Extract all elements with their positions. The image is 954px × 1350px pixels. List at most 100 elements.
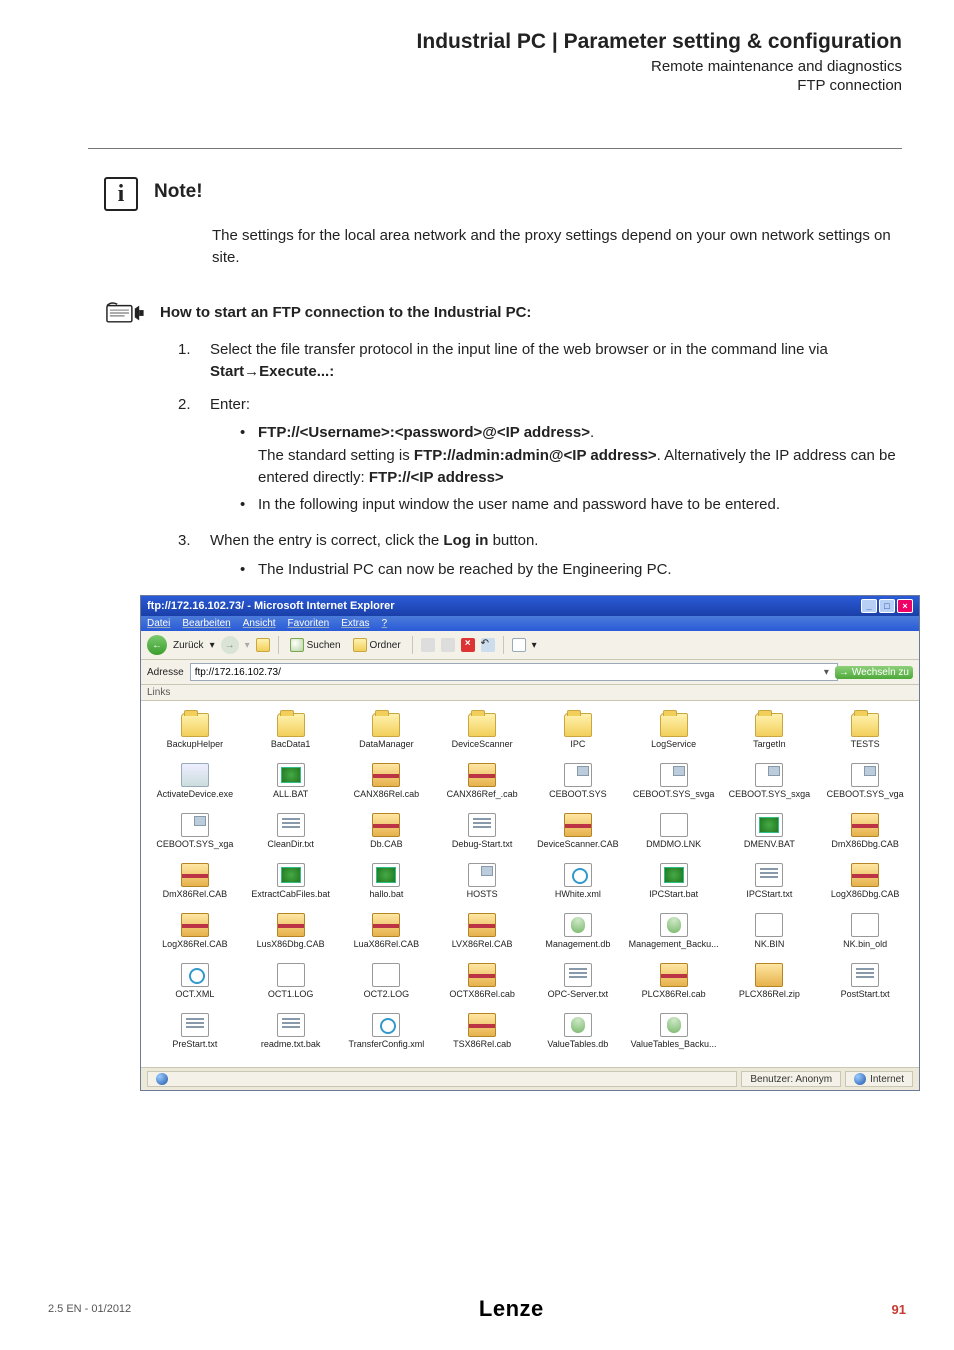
- file-item[interactable]: hallo.bat: [341, 863, 433, 899]
- file-item[interactable]: NK.bin_old: [819, 913, 911, 949]
- log-icon: [277, 963, 305, 987]
- file-item[interactable]: DMDMO.LNK: [628, 813, 720, 849]
- file-item[interactable]: DMENV.BAT: [724, 813, 816, 849]
- file-item[interactable]: Debug-Start.txt: [436, 813, 528, 849]
- file-item[interactable]: CEBOOT.SYS_xga: [149, 813, 241, 849]
- file-item[interactable]: OPC-Server.txt: [532, 963, 624, 999]
- back-button[interactable]: ←: [147, 635, 167, 655]
- file-item[interactable]: IPC: [532, 713, 624, 749]
- file-item[interactable]: PreStart.txt: [149, 1013, 241, 1049]
- file-item[interactable]: LVX86Rel.CAB: [436, 913, 528, 949]
- search-button[interactable]: Suchen: [287, 638, 344, 652]
- file-label: NK.bin_old: [843, 939, 887, 949]
- links-bar[interactable]: Links: [141, 685, 919, 701]
- ie-window: ftp://172.16.102.73/ - Microsoft Interne…: [140, 595, 920, 1091]
- file-item[interactable]: CANX86Ref_.cab: [436, 763, 528, 799]
- menu-file[interactable]: Datei: [147, 618, 170, 629]
- file-item[interactable]: TransferConfig.xml: [341, 1013, 433, 1049]
- menu-bar[interactable]: Datei Bearbeiten Ansicht Favoriten Extra…: [141, 616, 919, 631]
- go-button[interactable]: → Wechseln zu: [835, 666, 913, 679]
- file-item[interactable]: LogService: [628, 713, 720, 749]
- menu-edit[interactable]: Bearbeiten: [182, 618, 230, 629]
- file-item[interactable]: Management_Backu...: [628, 913, 720, 949]
- menu-favorites[interactable]: Favoriten: [288, 618, 330, 629]
- delete-icon[interactable]: ×: [461, 638, 475, 652]
- globe-icon: [156, 1073, 168, 1085]
- file-item[interactable]: BacData1: [245, 713, 337, 749]
- close-button[interactable]: ×: [897, 599, 913, 613]
- file-item[interactable]: ValueTables.db: [532, 1013, 624, 1049]
- file-item[interactable]: TESTS: [819, 713, 911, 749]
- file-item[interactable]: OCT.XML: [149, 963, 241, 999]
- file-item[interactable]: CEBOOT.SYS: [532, 763, 624, 799]
- file-item[interactable]: readme.txt.bak: [245, 1013, 337, 1049]
- file-item[interactable]: ExtractCabFiles.bat: [245, 863, 337, 899]
- file-item[interactable]: HOSTS: [436, 863, 528, 899]
- menu-view[interactable]: Ansicht: [243, 618, 276, 629]
- address-input[interactable]: [190, 663, 838, 681]
- move-icon[interactable]: [421, 638, 435, 652]
- back-dropdown-icon[interactable]: ▾: [210, 640, 215, 651]
- file-item[interactable]: Db.CAB: [341, 813, 433, 849]
- file-label: OPC-Server.txt: [548, 989, 609, 999]
- minimize-button[interactable]: _: [861, 599, 877, 613]
- copy-icon[interactable]: [441, 638, 455, 652]
- file-item[interactable]: CleanDir.txt: [245, 813, 337, 849]
- forward-dropdown-icon[interactable]: ▾: [245, 640, 250, 651]
- file-item[interactable]: ALL.BAT: [245, 763, 337, 799]
- file-item[interactable]: OCTX86Rel.cab: [436, 963, 528, 999]
- file-item[interactable]: DmX86Rel.CAB: [149, 863, 241, 899]
- file-item[interactable]: PLCX86Rel.cab: [628, 963, 720, 999]
- bat-icon: [277, 763, 305, 787]
- file-item[interactable]: LusX86Dbg.CAB: [245, 913, 337, 949]
- window-titlebar[interactable]: ftp://172.16.102.73/ - Microsoft Interne…: [141, 596, 919, 616]
- file-item[interactable]: DeviceScanner: [436, 713, 528, 749]
- footer-logo: Lenze: [479, 1296, 544, 1322]
- up-folder-icon[interactable]: [256, 638, 270, 652]
- file-item[interactable]: HWhite.xml: [532, 863, 624, 899]
- file-label: PLCX86Rel.zip: [739, 989, 800, 999]
- file-item[interactable]: NK.BIN: [724, 913, 816, 949]
- file-item[interactable]: CEBOOT.SYS_sxga: [724, 763, 816, 799]
- file-item[interactable]: LogX86Rel.CAB: [149, 913, 241, 949]
- menu-extras[interactable]: Extras: [341, 618, 369, 629]
- file-item[interactable]: PLCX86Rel.zip: [724, 963, 816, 999]
- file-item[interactable]: ValueTables_Backu...: [628, 1013, 720, 1049]
- file-item[interactable]: PostStart.txt: [819, 963, 911, 999]
- file-item[interactable]: ActivateDevice.exe: [149, 763, 241, 799]
- view-dropdown-icon[interactable]: ▾: [532, 640, 537, 651]
- back-label[interactable]: Zurück: [173, 640, 204, 651]
- file-item[interactable]: OCT2.LOG: [341, 963, 433, 999]
- menu-help[interactable]: ?: [382, 618, 388, 629]
- file-label: Debug-Start.txt: [452, 839, 513, 849]
- file-item[interactable]: CEBOOT.SYS_svga: [628, 763, 720, 799]
- folder-icon: [660, 713, 688, 737]
- address-dropdown-icon[interactable]: ▾: [824, 667, 829, 678]
- file-item[interactable]: Management.db: [532, 913, 624, 949]
- file-item[interactable]: BackupHelper: [149, 713, 241, 749]
- file-label: BacData1: [271, 739, 311, 749]
- file-item[interactable]: LuaX86Rel.CAB: [341, 913, 433, 949]
- file-item[interactable]: LogX86Dbg.CAB: [819, 863, 911, 899]
- file-item[interactable]: IPCStart.bat: [628, 863, 720, 899]
- view-mode-icon[interactable]: [512, 638, 526, 652]
- file-label: CEBOOT.SYS_vga: [827, 789, 904, 799]
- file-item[interactable]: TSX86Rel.cab: [436, 1013, 528, 1049]
- file-item[interactable]: IPCStart.txt: [724, 863, 816, 899]
- file-label: LogService: [651, 739, 696, 749]
- file-item[interactable]: CANX86Rel.cab: [341, 763, 433, 799]
- undo-icon[interactable]: ↶: [481, 638, 495, 652]
- bat-icon: [372, 863, 400, 887]
- file-item[interactable]: CEBOOT.SYS_vga: [819, 763, 911, 799]
- exe-icon: [181, 763, 209, 787]
- file-item[interactable]: DeviceScanner.CAB: [532, 813, 624, 849]
- forward-button[interactable]: →: [221, 636, 239, 654]
- file-item[interactable]: DataManager: [341, 713, 433, 749]
- file-label: DeviceScanner: [452, 739, 513, 749]
- file-label: CEBOOT.SYS_sxga: [729, 789, 811, 799]
- file-item[interactable]: DmX86Dbg.CAB: [819, 813, 911, 849]
- file-item[interactable]: OCT1.LOG: [245, 963, 337, 999]
- maximize-button[interactable]: □: [879, 599, 895, 613]
- folders-button[interactable]: Ordner: [350, 638, 404, 652]
- file-item[interactable]: TargetIn: [724, 713, 816, 749]
